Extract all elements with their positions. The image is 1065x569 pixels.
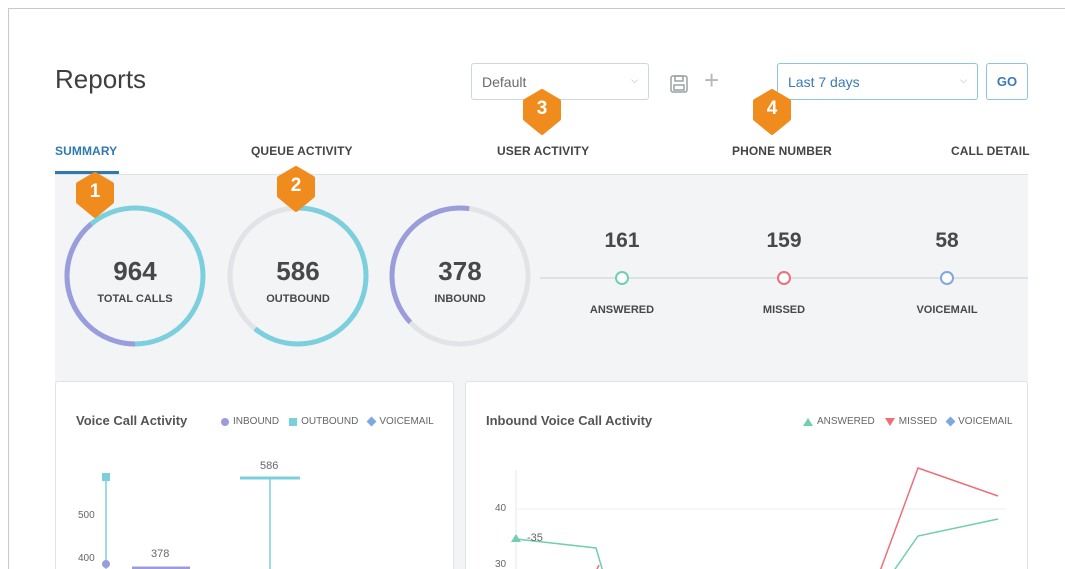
page-title: Reports <box>55 64 147 94</box>
tab-summary[interactable]: SUMMARY <box>55 144 117 158</box>
missed-value: 159 <box>766 229 802 252</box>
callout-number: 1 <box>89 181 101 202</box>
voicemail-label: VOICEMAIL <box>916 304 978 316</box>
voice-chart-plot <box>102 473 300 569</box>
date-range-value: Last 7 days <box>788 73 860 90</box>
callout-number: 2 <box>290 175 302 196</box>
inbound-voice-call-activity-card: Inbound Voice Call Activity ANSWERED MIS… <box>465 381 1028 569</box>
inbound-data-label: 378 <box>151 548 170 560</box>
callout-badge-3: 3 <box>522 89 562 135</box>
chevron-down-icon: ⌵ <box>631 75 638 85</box>
missed-dot <box>777 271 791 285</box>
save-icon[interactable] <box>669 74 689 94</box>
answered-label: ANSWERED <box>589 304 655 316</box>
tab-queue-activity[interactable]: QUEUE ACTIVITY <box>251 144 353 158</box>
answered-value: 161 <box>604 229 640 252</box>
outbound-label: OUTBOUND <box>266 293 330 305</box>
tab-user-activity[interactable]: USER ACTIVITY <box>497 144 589 158</box>
window-frame-left <box>8 8 9 569</box>
callout-number: 3 <box>536 98 548 119</box>
inbound-value: 378 <box>438 256 482 286</box>
callout-badge-4: 4 <box>752 89 792 135</box>
callout-badge-2: 2 <box>276 166 316 212</box>
window-frame-top <box>8 8 1065 9</box>
callout-number: 4 <box>766 98 778 119</box>
total-calls-value: 964 <box>113 256 157 286</box>
voicemail-dot <box>940 271 954 285</box>
tab-call-detail[interactable]: CALL DETAIL <box>951 144 1030 158</box>
date-range-select[interactable]: Last 7 days ⌵ <box>777 63 978 100</box>
tab-phone-number[interactable]: PHONE NUMBER <box>732 144 832 158</box>
chevron-down-icon: ⌵ <box>960 75 967 85</box>
voicemail-value: 58 <box>935 229 959 252</box>
outbound-data-label: 586 <box>260 460 279 472</box>
answered-data-label: -35 <box>527 532 543 544</box>
go-button[interactable]: GO <box>986 63 1028 100</box>
missed-label: MISSED <box>762 304 806 316</box>
report-view-value: Default <box>482 73 527 90</box>
total-calls-label: TOTAL CALLS <box>97 293 173 305</box>
callout-badge-1: 1 <box>75 172 115 218</box>
voice-call-activity-card: Voice Call Activity INBOUND OUTBOUND VOI… <box>55 381 454 569</box>
inbound-chart-plot <box>511 467 1006 569</box>
plus-icon[interactable]: + <box>704 66 719 94</box>
inbound-label: INBOUND <box>434 293 486 305</box>
answered-dot <box>615 271 629 285</box>
outbound-value: 586 <box>276 256 320 286</box>
